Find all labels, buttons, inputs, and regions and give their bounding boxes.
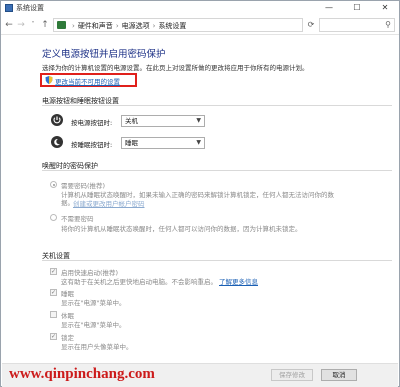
hibernate-desc: 显示在"电源"菜单中。: [61, 321, 126, 329]
system-settings-window: 系统设置 — ☐ ✕ ← → ˅ ↑ › 硬件和声音 › 电源选项 › 系统设置 ⟳ ⚲ …: [0, 0, 400, 387]
no-password-label: 不需要密码: [61, 215, 94, 223]
minimize-button[interactable]: —: [317, 1, 341, 15]
address-bar: ← → ˅ ↑ › 硬件和声音 › 电源选项 › 系统设置 ⟳ ⚲: [1, 15, 399, 35]
divider: [42, 260, 392, 261]
learn-more-link[interactable]: 了解更多信息: [219, 276, 258, 286]
sleep-button-label: 按睡眠按钮时:: [71, 141, 113, 149]
breadcrumb-power-options[interactable]: 电源选项: [122, 22, 150, 30]
chevron-down-icon: ▼: [196, 117, 201, 124]
breadcrumb-hardware-sound[interactable]: 硬件和声音: [78, 22, 113, 30]
shield-icon: [45, 76, 53, 84]
power-icon: [51, 114, 63, 126]
up-arrow-icon[interactable]: ↑: [40, 19, 50, 31]
title-bar: 系统设置 — ☐ ✕: [1, 1, 399, 15]
breadcrumb[interactable]: › 硬件和声音 › 电源选项 › 系统设置: [53, 18, 303, 32]
page-title: 定义电源按钮并启用密码保护: [42, 49, 166, 60]
sleep-button-value: 睡眠: [125, 139, 138, 147]
page-description: 选择为你的计算机设置的电源设置。在此页上对设置所做的更改将应用于你所有的电源计划…: [42, 64, 309, 72]
forward-arrow-icon[interactable]: →: [16, 19, 26, 31]
power-button-select[interactable]: 关机 ▼: [121, 115, 205, 127]
control-panel-icon: [57, 21, 66, 29]
save-changes-button[interactable]: 保存修改: [271, 369, 313, 381]
power-button-label: 按电源按钮时:: [71, 119, 113, 127]
divider: [42, 170, 392, 171]
change-password-link[interactable]: 创建或更改用户帐户密码: [73, 198, 145, 208]
window-title: 系统设置: [16, 4, 44, 12]
fast-startup-checkbox[interactable]: ✓: [50, 268, 57, 275]
breadcrumb-system-settings[interactable]: 系统设置: [158, 22, 186, 30]
refresh-icon[interactable]: ⟳: [305, 18, 317, 32]
breadcrumb-path: › 硬件和声音 › 电源选项 › 系统设置: [72, 22, 187, 30]
lock-desc: 显示在用户头像菜单中。: [61, 343, 133, 351]
search-icon: ⚲: [385, 20, 391, 29]
watermark: www.qinpinchang.com: [9, 366, 155, 382]
lock-checkbox[interactable]: ✓: [50, 333, 57, 340]
chevron-down-icon: ▼: [196, 139, 201, 146]
cancel-button[interactable]: 取消: [321, 369, 357, 381]
change-unavailable-settings-link[interactable]: 更改当前不可用的设置: [55, 76, 120, 86]
power-button-value: 关机: [125, 117, 138, 125]
sleep-icon: [51, 136, 63, 148]
search-input[interactable]: ⚲: [319, 18, 395, 32]
no-password-desc: 将你的计算机从睡眠状态唤醒时，任何人都可以访问你的数据，因为计算机未锁定。: [61, 225, 302, 233]
divider: [42, 105, 392, 106]
back-arrow-icon[interactable]: ←: [4, 19, 14, 31]
sleep-checkbox[interactable]: ✓: [50, 289, 57, 296]
sleep-button-select[interactable]: 睡眠 ▼: [121, 137, 205, 149]
recent-locations-icon[interactable]: ˅: [28, 19, 38, 31]
require-password-radio[interactable]: [50, 181, 57, 188]
sleep-desc: 显示在"电源"菜单中。: [61, 299, 126, 307]
control-panel-icon: [5, 4, 13, 12]
hibernate-checkbox[interactable]: [50, 311, 57, 318]
fast-startup-desc: 这有助于在关机之后更快地启动电脑。不会影响重启。: [61, 278, 217, 286]
no-password-radio[interactable]: [50, 214, 57, 221]
maximize-button[interactable]: ☐: [345, 1, 369, 15]
close-button[interactable]: ✕: [373, 1, 397, 15]
